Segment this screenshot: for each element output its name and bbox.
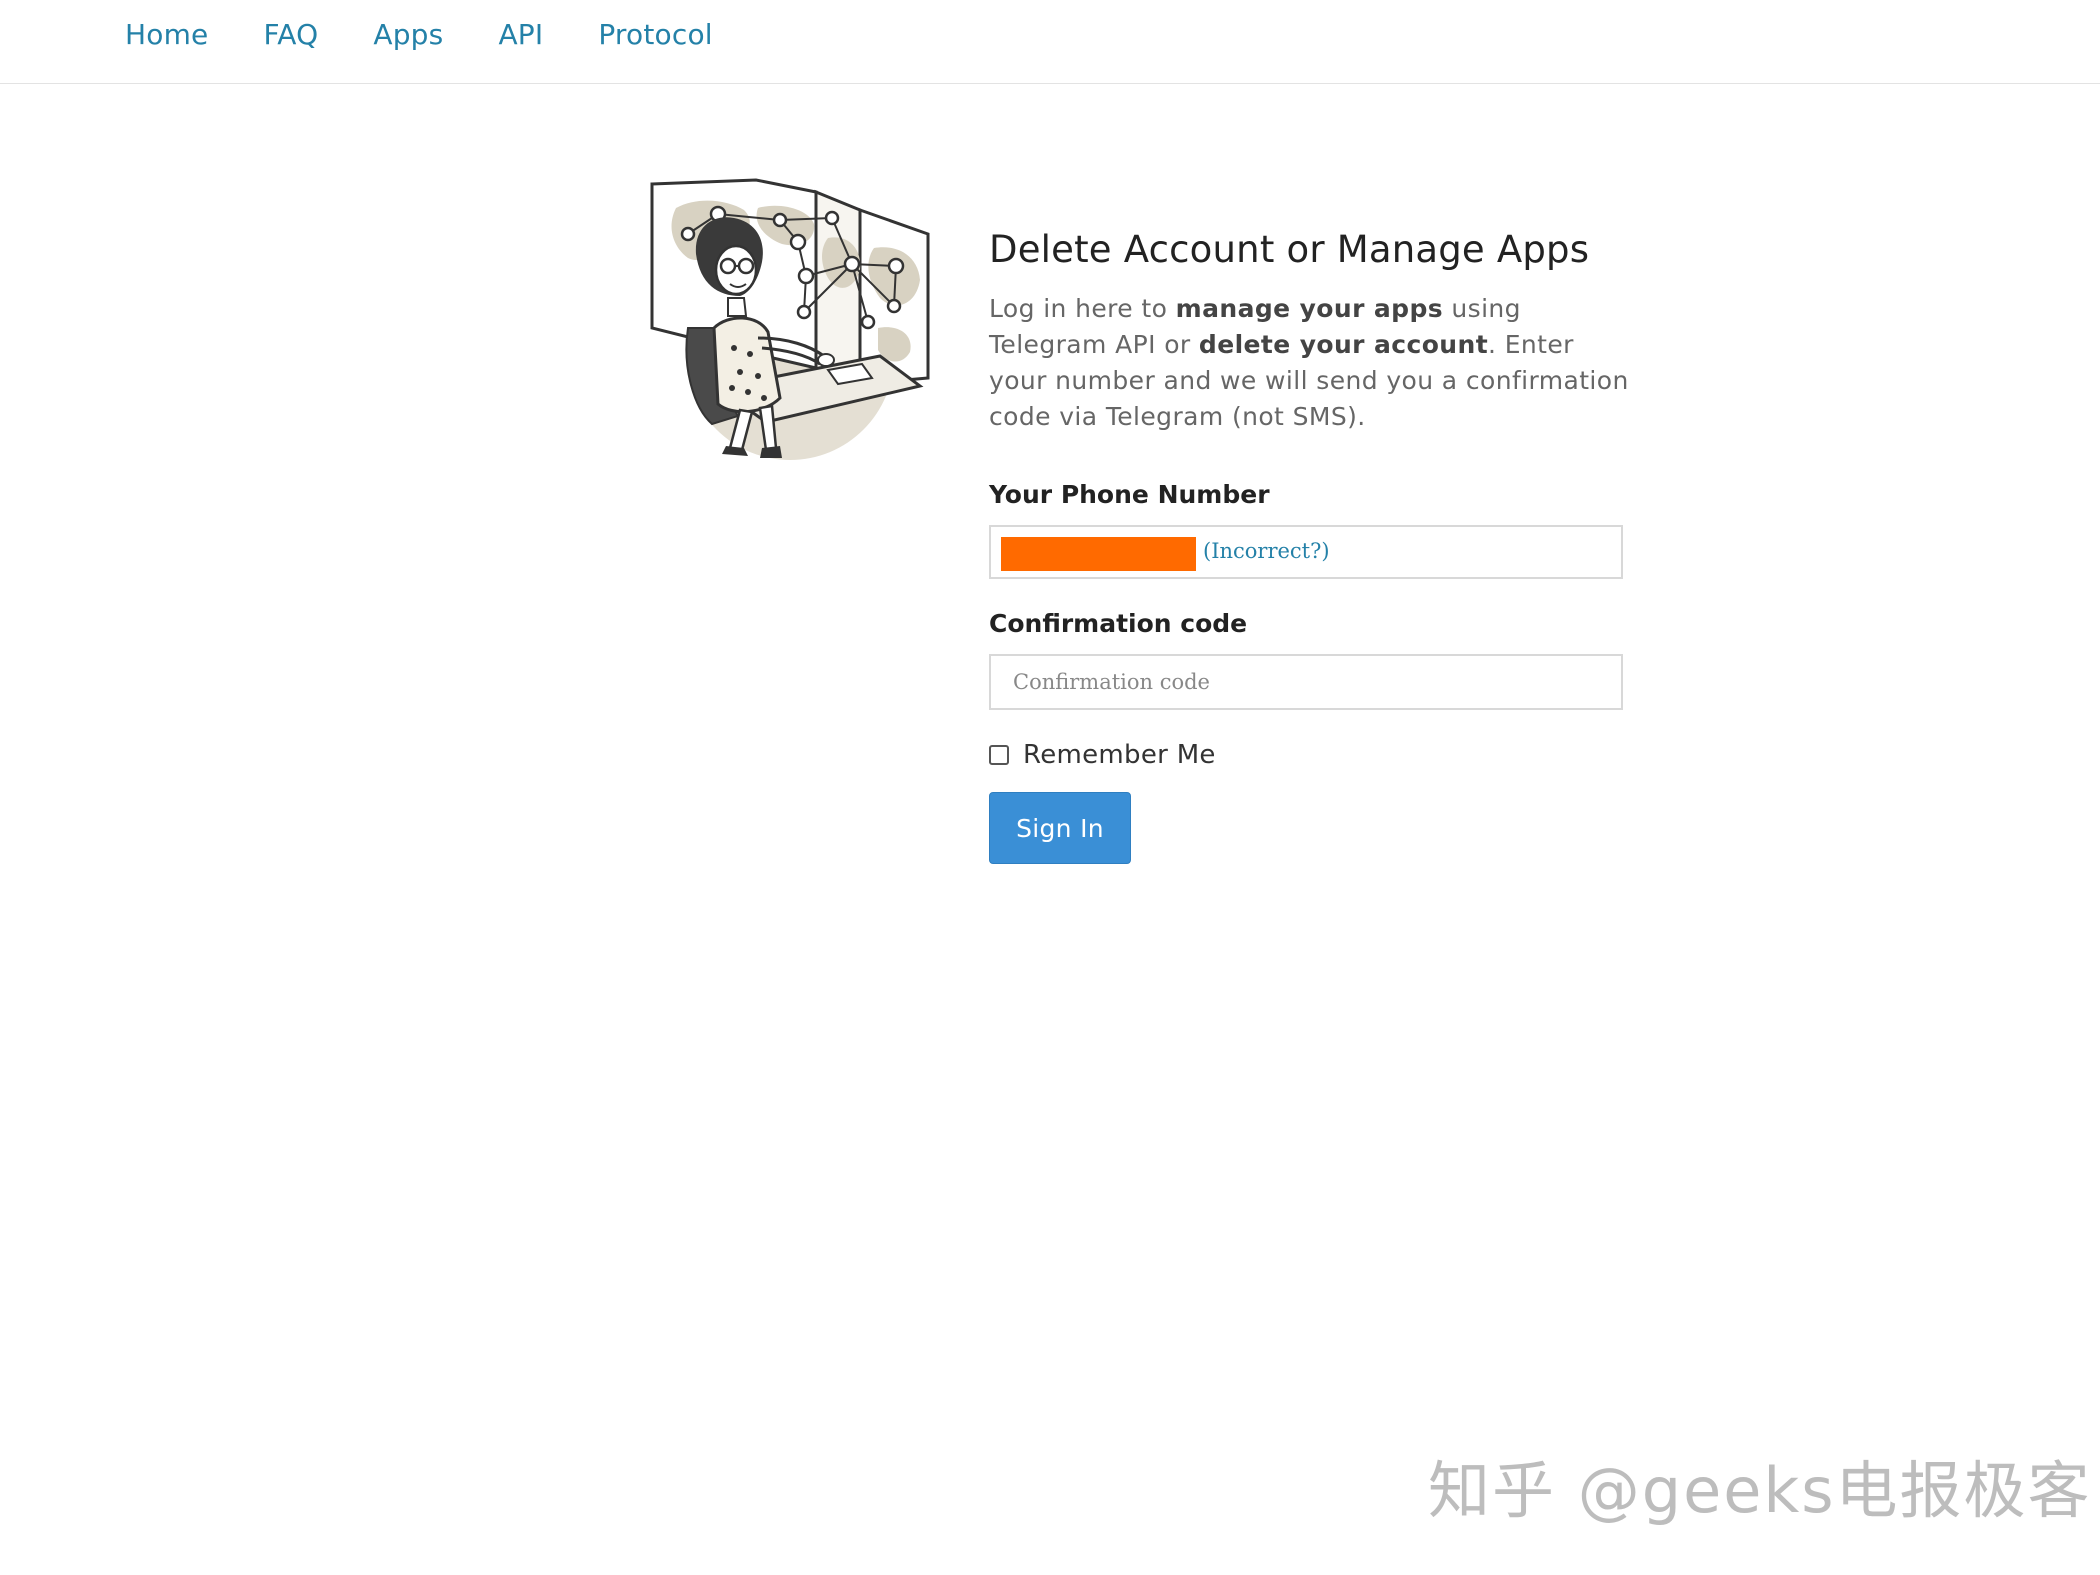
page-description: Log in here to manage your apps using Te… <box>989 291 1629 435</box>
phone-number-label: Your Phone Number <box>989 480 1270 509</box>
remember-me[interactable]: Remember Me <box>989 740 1216 770</box>
phone-number-redaction <box>1001 537 1196 571</box>
telegram-developer-illustration <box>650 178 930 460</box>
login-panel: Delete Account or Manage Apps Log in her… <box>989 228 1629 864</box>
top-navigation: Home FAQ Apps API Protocol <box>0 0 2100 84</box>
nav-item-home[interactable]: Home <box>125 18 209 51</box>
incorrect-number-link[interactable]: (Incorrect?) <box>1203 539 1330 563</box>
nav-item-faq[interactable]: FAQ <box>264 18 319 51</box>
nav-item-apps[interactable]: Apps <box>373 18 443 51</box>
description-bold-apps: manage your apps <box>1175 294 1444 323</box>
remember-me-checkbox[interactable] <box>989 745 1009 765</box>
sign-in-button[interactable]: Sign In <box>989 792 1131 864</box>
remember-me-label[interactable]: Remember Me <box>1023 740 1216 770</box>
confirmation-code-input[interactable] <box>989 654 1623 710</box>
nav-item-protocol[interactable]: Protocol <box>598 18 712 51</box>
phone-number-display: (Incorrect?) <box>989 525 1623 579</box>
description-bold-account: delete your account <box>1198 330 1489 359</box>
nav-list: Home FAQ Apps API Protocol <box>125 18 768 51</box>
confirmation-code-label: Confirmation code <box>989 609 1248 638</box>
page-title: Delete Account or Manage Apps <box>989 228 1590 271</box>
nav-item-api[interactable]: API <box>498 18 543 51</box>
watermark-text: 知乎 @geeks电报极客 <box>1428 1454 2092 1527</box>
description-text: Log in here to <box>989 294 1176 323</box>
